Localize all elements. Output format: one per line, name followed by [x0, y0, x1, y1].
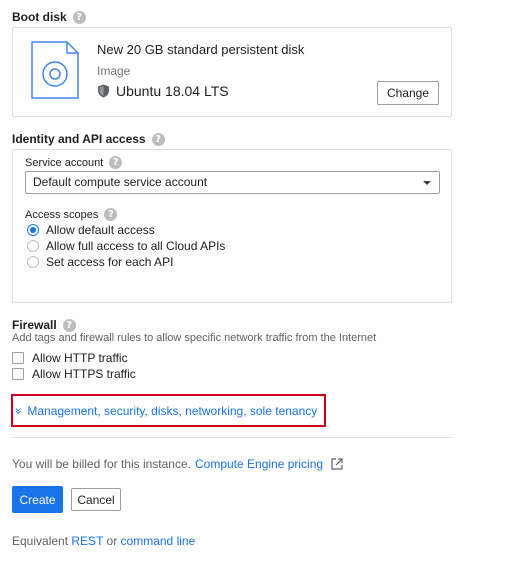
- service-account-heading: Service account ?: [25, 156, 123, 169]
- service-account-label: Service account: [25, 156, 104, 169]
- billing-text: You will be billed for this instance.: [12, 457, 191, 471]
- checkbox[interactable]: [12, 352, 24, 364]
- radio-button[interactable]: [27, 256, 39, 268]
- allow-https-option[interactable]: Allow HTTPS traffic: [12, 367, 136, 381]
- firewall-heading: Firewall ?: [12, 318, 76, 332]
- rest-link[interactable]: REST: [71, 534, 103, 548]
- os-name: Ubuntu 18.04 LTS: [116, 83, 229, 99]
- equivalent-prefix: Equivalent: [12, 534, 69, 548]
- boot-disk-heading: Boot disk ?: [12, 10, 86, 24]
- shield-icon: [98, 84, 109, 98]
- help-icon[interactable]: ?: [104, 208, 118, 221]
- boot-disk-label: Boot disk: [12, 10, 67, 24]
- checkbox[interactable]: [12, 368, 24, 380]
- identity-card: Service account ? Default compute servic…: [12, 149, 452, 303]
- radio-button-checked[interactable]: [27, 224, 39, 236]
- identity-heading: Identity and API access ?: [12, 132, 165, 146]
- access-scopes-label: Access scopes: [25, 208, 99, 221]
- disk-title: New 20 GB standard persistent disk: [97, 42, 305, 57]
- caret-down-icon: [423, 181, 431, 185]
- help-icon[interactable]: ?: [109, 156, 123, 169]
- create-button[interactable]: Create: [12, 486, 63, 513]
- allow-http-option[interactable]: Allow HTTP traffic: [12, 351, 128, 365]
- billing-notice: You will be billed for this instance. Co…: [12, 457, 343, 471]
- change-button[interactable]: Change: [376, 81, 439, 105]
- command-line-link[interactable]: command line: [121, 534, 196, 548]
- checkbox-label: Allow HTTPS traffic: [32, 367, 136, 381]
- scope-option-default[interactable]: Allow default access: [27, 223, 155, 237]
- radio-button[interactable]: [27, 240, 39, 252]
- divider: [12, 437, 452, 438]
- firewall-label: Firewall: [12, 318, 57, 332]
- scope-option-full[interactable]: Allow full access to all Cloud APIs: [27, 239, 225, 253]
- external-link-icon[interactable]: [331, 458, 343, 470]
- help-icon[interactable]: ?: [62, 318, 76, 332]
- scope-label: Set access for each API: [46, 255, 174, 269]
- management-expander[interactable]: » Management, security, disks, networkin…: [11, 394, 326, 427]
- cancel-button[interactable]: Cancel: [71, 488, 121, 511]
- management-link[interactable]: Management, security, disks, networking,…: [27, 404, 317, 418]
- scope-option-custom[interactable]: Set access for each API: [27, 255, 173, 269]
- scope-label: Allow default access: [46, 223, 155, 237]
- firewall-description: Add tags and firewall rules to allow spe…: [12, 332, 377, 344]
- service-account-select[interactable]: Default compute service account: [25, 171, 440, 194]
- os-row: Ubuntu 18.04 LTS: [97, 83, 229, 99]
- double-chevron-down-icon: »: [11, 406, 26, 415]
- boot-disk-card: New 20 GB standard persistent disk Image…: [12, 27, 452, 117]
- equivalent-line: Equivalent REST or command line: [12, 534, 195, 548]
- help-icon[interactable]: ?: [151, 132, 165, 146]
- disk-image-icon: [31, 41, 79, 99]
- access-scopes-heading: Access scopes ?: [25, 208, 118, 221]
- or-text: or: [106, 534, 118, 548]
- service-account-value: Default compute service account: [33, 175, 208, 189]
- checkbox-label: Allow HTTP traffic: [32, 351, 128, 365]
- identity-label: Identity and API access: [12, 132, 146, 146]
- pricing-link[interactable]: Compute Engine pricing: [195, 457, 323, 471]
- help-icon[interactable]: ?: [72, 10, 86, 24]
- image-label: Image: [97, 64, 131, 78]
- scope-label: Allow full access to all Cloud APIs: [46, 239, 226, 253]
